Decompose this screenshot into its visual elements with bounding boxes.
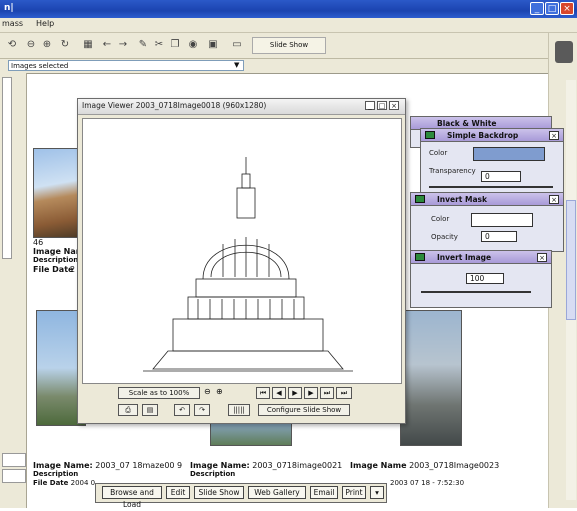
- viewer-close-button[interactable]: ×: [389, 101, 399, 110]
- web-gallery-button[interactable]: Web Gallery: [248, 486, 306, 499]
- selection-dropdown[interactable]: Images selected: [8, 60, 244, 71]
- back-arrow-icon[interactable]: ←: [100, 37, 114, 52]
- effect-toggle-icon[interactable]: [415, 195, 425, 203]
- thumbnail-1-file-value: 2: [70, 265, 76, 274]
- first-frame-button[interactable]: ⏮: [256, 387, 270, 399]
- color-swatch[interactable]: [471, 213, 533, 227]
- transparency-label: Transparency: [429, 167, 476, 175]
- invert-image-panel: Invert Image × 100: [410, 250, 552, 308]
- thumbnail-3-name: Image Name: 2003_0718image0021: [190, 461, 343, 470]
- slideshow-button[interactable]: Slide Show: [194, 486, 244, 499]
- edit-icon[interactable]: ✎: [136, 37, 150, 52]
- color-swatch[interactable]: [473, 147, 545, 161]
- thumbnail-2-desc-label: Description: [33, 470, 79, 478]
- title-bar: n| _ □ ×: [0, 0, 577, 18]
- viewer-minimize-button[interactable]: _: [365, 101, 375, 110]
- viewer-title: Image Viewer 2003_0718Image0018 (960x128…: [82, 101, 267, 110]
- opacity-input[interactable]: 0: [481, 231, 517, 242]
- toolbar: ⟲ ⊖ ⊕ ↻ ▦ ← → ✎ ✂ ❐ ◉ ▣ ▭ Slide Show: [0, 33, 548, 59]
- thumbnail-4-name: Image Name 2003_0718Image0023: [350, 461, 500, 470]
- opacity-label: Opacity: [431, 233, 458, 241]
- menu-item-view[interactable]: mass: [2, 19, 23, 28]
- invert-mask-header[interactable]: Invert Mask: [411, 193, 563, 206]
- zoom-in-icon[interactable]: ⊕: [40, 37, 54, 52]
- bottom-bar-menu-icon[interactable]: ▾: [370, 486, 384, 499]
- close-icon[interactable]: ×: [549, 195, 559, 204]
- scrollbar-thumb[interactable]: [566, 200, 576, 320]
- viewer-maximize-button[interactable]: □: [377, 101, 387, 110]
- refresh-icon[interactable]: ↻: [58, 37, 72, 52]
- thumbnail-2-file: File Date 2004 0: [33, 479, 96, 487]
- last-frame-button[interactable]: ⏭: [320, 387, 334, 399]
- invert-slider[interactable]: [421, 291, 531, 293]
- close-icon[interactable]: ×: [549, 131, 559, 140]
- thumbnail-1-desc-label: Description: [33, 256, 79, 264]
- color-label: Color: [429, 149, 448, 157]
- transparency-slider[interactable]: [429, 186, 553, 188]
- effect-toggle-icon[interactable]: [415, 253, 425, 261]
- left-pane-button[interactable]: [2, 469, 26, 483]
- simple-backdrop-header[interactable]: Simple Backdrop: [421, 129, 563, 142]
- print-button[interactable]: Print: [342, 486, 366, 499]
- edit-button[interactable]: Edit: [166, 486, 190, 499]
- chevron-down-icon[interactable]: ▼: [234, 61, 239, 69]
- viewer-title-bar[interactable]: Image Viewer 2003_0718Image0018 (960x128…: [78, 99, 405, 115]
- transparency-input[interactable]: 0: [481, 171, 521, 182]
- folder-tree[interactable]: [2, 77, 12, 259]
- scale-dropdown[interactable]: Scale as to 100%: [118, 387, 200, 399]
- previous-frame-button[interactable]: ◀: [272, 387, 286, 399]
- invert-value-input[interactable]: 100: [466, 273, 504, 284]
- copy-icon[interactable]: ❐: [168, 37, 182, 52]
- zoom-out-icon[interactable]: ⊖: [204, 387, 211, 396]
- grid-icon[interactable]: ▦: [80, 37, 96, 52]
- save-icon[interactable]: ▤: [142, 404, 158, 416]
- rotate-left-icon[interactable]: ⟲: [6, 37, 18, 52]
- bottom-toolbar: Browse and Load Edit Slide Show Web Gall…: [95, 483, 387, 509]
- zoom-in-icon[interactable]: ⊕: [216, 387, 223, 396]
- thumbnail-4-file-value: 2003 07 18 - 7:52:30: [390, 479, 465, 487]
- menu-item-help[interactable]: Help: [36, 19, 54, 28]
- viewer-image-canvas[interactable]: [82, 118, 402, 384]
- invert-image-header[interactable]: Invert Image: [411, 251, 551, 264]
- invert-mask-panel: Invert Mask × Color Opacity 0: [410, 192, 564, 252]
- camera-device-icon[interactable]: [555, 41, 573, 63]
- menu-bar: mass Help: [0, 18, 577, 33]
- close-button[interactable]: ×: [560, 2, 574, 15]
- print-icon[interactable]: ⎙: [118, 404, 138, 416]
- thumbnail-1-file-label: File Date: [33, 265, 74, 274]
- rotate-left-icon[interactable]: ↶: [174, 404, 190, 416]
- maximize-button[interactable]: □: [545, 2, 559, 15]
- play-button[interactable]: ▶: [288, 387, 302, 399]
- configure-slideshow-button[interactable]: Configure Slide Show: [258, 404, 350, 416]
- thumbnail-2-name: Image Name: 2003_07 18maze00 9: [33, 461, 183, 470]
- slideshow-button[interactable]: Slide Show: [252, 37, 326, 54]
- close-icon[interactable]: ×: [537, 253, 547, 262]
- cut-icon[interactable]: ✂: [152, 37, 166, 52]
- simple-backdrop-panel: Simple Backdrop × Color Transparency 0: [420, 128, 564, 194]
- end-button[interactable]: ⏭: [336, 387, 352, 399]
- image-viewer-window: Image Viewer 2003_0718Image0018 (960x128…: [77, 98, 406, 424]
- thumbnail-3-desc-label: Description: [190, 470, 236, 478]
- email-button[interactable]: Email: [310, 486, 338, 499]
- next-frame-button[interactable]: ▶: [304, 387, 318, 399]
- camera-icon[interactable]: ◉: [186, 37, 200, 52]
- left-pane-button[interactable]: [2, 453, 26, 467]
- effect-toggle-icon[interactable]: [425, 131, 435, 139]
- forward-arrow-icon[interactable]: →: [116, 37, 130, 52]
- color-label: Color: [431, 215, 450, 223]
- monitor-icon[interactable]: ▭: [230, 37, 244, 52]
- capitol-dome-sketch: [143, 157, 353, 372]
- window-title: n|: [4, 3, 14, 13]
- minimize-button[interactable]: _: [530, 2, 544, 15]
- left-pane: [0, 73, 27, 508]
- picture-icon[interactable]: ▣: [206, 37, 220, 52]
- rotate-right-icon[interactable]: ↷: [194, 404, 210, 416]
- thumbnail-1-size: 46: [33, 238, 44, 247]
- zoom-out-icon[interactable]: ⊖: [24, 37, 38, 52]
- browse-load-button[interactable]: Browse and Load: [102, 486, 162, 509]
- thumbnail-image-4[interactable]: [400, 310, 462, 446]
- frame-counter: |||||: [228, 404, 250, 416]
